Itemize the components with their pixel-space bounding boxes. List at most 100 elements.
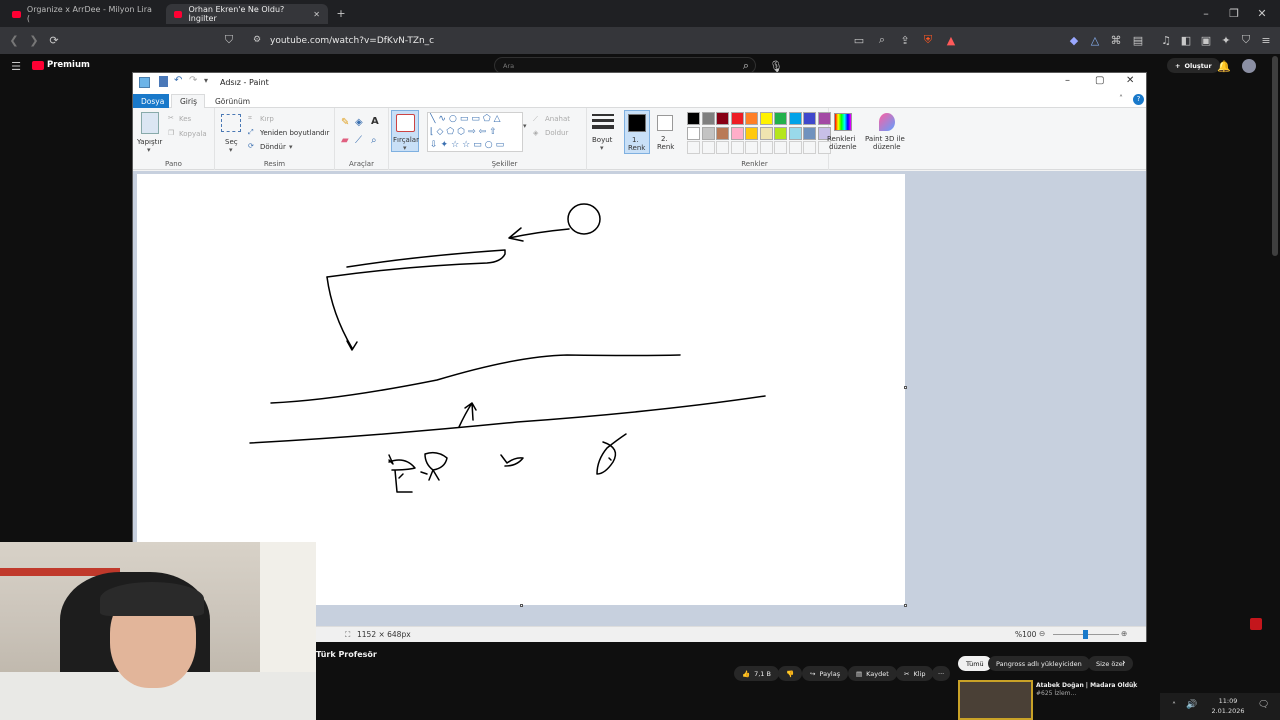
color2-button[interactable]: 2. Renk [653,110,679,154]
color-swatch[interactable] [745,126,758,140]
help-icon[interactable]: ? [1133,94,1144,105]
shape-gallery[interactable]: ╲∿○▭▭⬠△ ⌊◇⬠⬡⇨⇦⇧ ⇩✦☆☆▭○▭ [427,112,523,152]
avatar[interactable] [1242,59,1256,73]
paste-button[interactable]: Yapıştır [137,138,162,146]
maximize-icon[interactable]: ▢ [1095,75,1104,86]
recommended-menu-icon[interactable]: ⋮ [1130,680,1138,689]
drawing-canvas[interactable] [137,174,905,605]
bookmark-icon[interactable]: ⛉ [221,32,237,48]
menu-icon[interactable]: ≡ [1258,32,1274,48]
tab-home[interactable]: Giriş [171,94,205,108]
rewards-icon[interactable]: ▲ [943,32,959,48]
shape-gallery-scroll-icon[interactable]: ▾ [523,122,527,130]
close-tab-icon[interactable]: ✕ [313,10,320,19]
resize-handle[interactable] [520,604,523,607]
text-tool-icon[interactable]: A [371,116,379,127]
custom-color-slot[interactable] [759,141,773,154]
clip-button[interactable]: ✂ Klip [896,666,934,681]
panel-icon[interactable]: ◧ [1178,32,1194,48]
edit-with-paint3d-button[interactable]: Paint 3D ile düzenle [865,110,909,156]
leo-ai-icon[interactable]: ✦ [1218,32,1234,48]
color-swatch[interactable] [803,112,816,125]
back-icon[interactable]: ❮ [6,32,22,48]
rotate-button[interactable]: Döndür [260,143,286,151]
zoom-icon[interactable]: ⌕ [874,32,890,48]
color-swatch[interactable] [759,126,773,140]
chip-uploader[interactable]: Pangross adlı yükleyiciden [988,656,1090,671]
custom-color-slot[interactable] [730,141,744,154]
tab-organize[interactable]: Organize x ArrDee - Milyon Lira ( [4,4,164,24]
collapse-ribbon-icon[interactable]: ˄ [1119,94,1123,103]
volume-icon[interactable]: 🔊 [1186,700,1197,710]
color-swatch[interactable] [730,112,744,125]
eraser-icon[interactable]: ▰ [341,135,349,146]
fill-icon[interactable]: ◈ [355,117,363,128]
color-swatch[interactable] [716,112,729,125]
select-icon[interactable] [221,114,241,132]
color-swatch[interactable] [803,126,816,140]
outline-button[interactable]: Anahat [545,115,570,123]
resize-handle[interactable] [904,604,907,607]
shield-icon[interactable]: ⛉ [1238,32,1254,48]
minimize-icon[interactable]: – [1198,5,1214,21]
custom-color-slot[interactable] [745,141,758,154]
chip-for-you[interactable]: Size özel [1088,656,1133,671]
resize-handle[interactable] [904,386,907,389]
save-icon[interactable] [159,76,168,87]
zoom-slider-thumb[interactable] [1083,630,1088,639]
clock-time[interactable]: 11:09 [1206,697,1250,705]
recommended-thumbnail[interactable] [958,680,1033,720]
tab-file[interactable]: Dosya [133,94,169,108]
color-swatch[interactable] [788,126,802,140]
color-swatch[interactable] [774,112,787,125]
color-swatch[interactable] [716,126,729,140]
redo-icon[interactable]: ↷ [189,75,197,86]
more-actions-button[interactable]: ··· [932,666,951,681]
undo-icon[interactable]: ↶ [174,75,182,86]
select-dropdown-icon[interactable]: ▾ [229,146,233,154]
recommended-title[interactable]: Atabek Doğan | Madara Oldük [1036,682,1137,689]
save-button[interactable]: ▤ Kaydet [848,666,897,681]
color-swatch[interactable] [788,112,802,125]
url-field[interactable]: ⚙ youtube.com/watch?v=DfKvN-TZn_c [245,31,865,50]
minimize-icon[interactable]: – [1065,75,1070,86]
custom-color-slot[interactable] [788,141,802,154]
fill-button[interactable]: Doldur [545,129,568,137]
tab-view[interactable]: Görünüm [207,94,257,108]
brave-shield-icon[interactable]: ⛨ [920,32,936,48]
close-icon[interactable]: ✕ [1126,75,1134,86]
site-info-icon[interactable]: ⚙ [249,32,265,48]
channel-name[interactable]: Türk Profesör [316,650,377,659]
notifications-icon[interactable]: 🔔 [1216,58,1232,74]
notification-center-icon[interactable]: 🗨 [1258,700,1269,710]
share-button[interactable]: ↪ Paylaş [802,666,849,681]
page-scrollbar[interactable] [1272,56,1278,256]
pencil-icon[interactable]: ✎ [341,117,349,128]
new-tab-button[interactable]: + [333,5,349,21]
cast-icon[interactable]: ▭ [851,32,867,48]
chips-next-icon[interactable]: › [1122,658,1126,668]
color1-button[interactable]: 1. Renk [624,110,650,154]
size-button[interactable]: Boyut ▾ [589,110,617,154]
color-swatch[interactable] [701,112,715,125]
youtube-logo[interactable]: Premium [32,60,90,70]
color-swatch[interactable] [730,126,744,140]
color-picker-icon[interactable]: ⟋ [355,135,362,146]
paste-icon[interactable] [141,112,159,134]
custom-color-slot[interactable] [716,141,729,154]
tray-chevron-icon[interactable]: ˄ [1172,701,1176,710]
sidebar-icon[interactable]: ▤ [1130,32,1146,48]
floating-badge-icon[interactable] [1250,618,1262,630]
extension-icon[interactable]: ◆ [1066,32,1082,48]
clock-date[interactable]: 2.01.2026 [1202,707,1254,715]
color-swatch[interactable] [701,126,715,140]
resize-button[interactable]: Yeniden boyutlandır [260,129,329,137]
chip-all[interactable]: Tümü [958,656,992,671]
wallet-icon[interactable]: ▣ [1198,32,1214,48]
share-icon[interactable]: ⇪ [897,32,913,48]
copy-button[interactable]: Kopyala [179,130,207,138]
select-button[interactable]: Seç [225,138,238,146]
color-swatch[interactable] [759,112,773,125]
edit-colors-button[interactable]: Renkleri düzenle [827,110,859,156]
tab-orhan-ekren[interactable]: Orhan Ekren'e Ne Oldu? İngilter ✕ [166,4,328,24]
